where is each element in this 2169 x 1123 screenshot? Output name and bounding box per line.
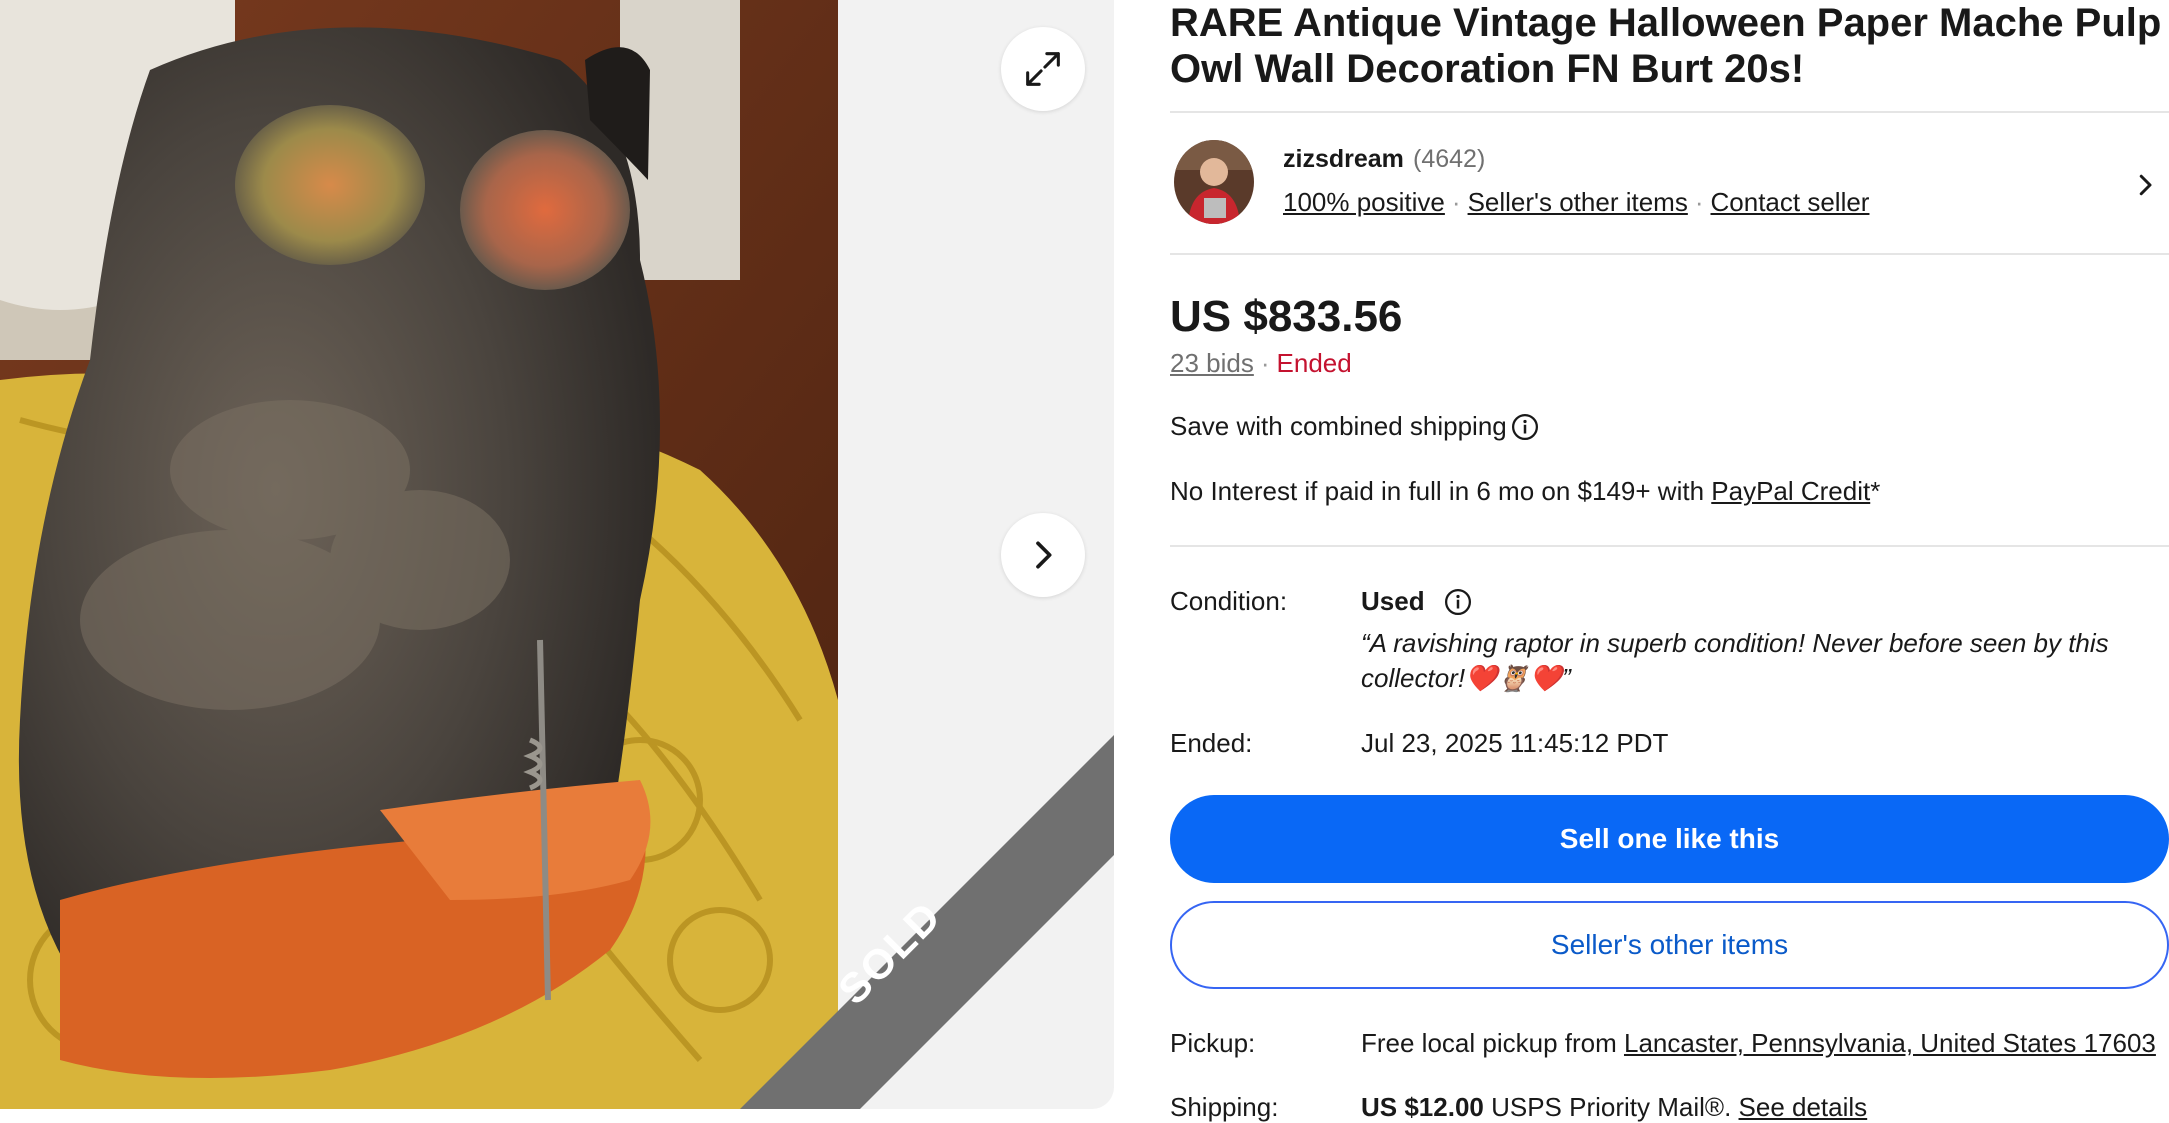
expand-image-button[interactable] xyxy=(1001,27,1085,111)
info-icon[interactable] xyxy=(1510,412,1540,442)
image-gallery: SOLD xyxy=(0,0,1114,1109)
separator-dot: · xyxy=(1694,187,1704,217)
shipping-price: US $12.00 xyxy=(1361,1092,1484,1122)
chevron-right-icon[interactable] xyxy=(2130,168,2160,202)
separator-dot: · xyxy=(1451,187,1461,217)
product-photo-owl[interactable] xyxy=(0,0,838,1109)
condition-text: Used xyxy=(1361,586,1425,616)
combined-shipping: Save with combined shipping xyxy=(1170,411,1540,442)
bids-status-line: 23 bids · Ended xyxy=(1170,348,1352,379)
shipping-value: US $12.00 USPS Priority Mail®. See detai… xyxy=(1361,1092,1867,1123)
chevron-right-icon xyxy=(1036,541,1052,569)
positive-feedback-link[interactable]: 100% positive xyxy=(1283,187,1445,217)
ended-value: Jul 23, 2025 11:45:12 PDT xyxy=(1361,728,1669,758)
financing-line: No Interest if paid in full in 6 mo on $… xyxy=(1170,476,1880,507)
financing-text: No Interest if paid in full in 6 mo on $… xyxy=(1170,476,1712,506)
condition-value: Used xyxy=(1361,586,1473,617)
page-title: RARE Antique Vintage Halloween Paper Mac… xyxy=(1170,1,2162,91)
info-icon[interactable] xyxy=(1443,587,1473,617)
expand-icon xyxy=(1026,52,1060,86)
seller-links: 100% positive · Seller's other items · Conta… xyxy=(1283,187,1869,218)
contact-seller-link[interactable]: Contact seller xyxy=(1711,187,1870,217)
pickup-value: Free local pickup from Lancaster, Pennsy… xyxy=(1361,1028,2156,1059)
separator-dot: · xyxy=(1260,348,1270,378)
price: US $833.56 xyxy=(1170,292,1403,341)
sellers-other-items-link[interactable]: Seller's other items xyxy=(1468,187,1688,217)
paypal-credit-link[interactable]: PayPal Credit xyxy=(1711,476,1870,506)
pickup-text: Free local pickup from xyxy=(1361,1028,1624,1058)
divider xyxy=(1170,111,2169,113)
seller-condition-note: “A ravishing raptor in superb condition!… xyxy=(1361,628,2109,693)
condition-label: Condition: xyxy=(1170,586,1288,616)
divider xyxy=(1170,253,2169,255)
status-ended: Ended xyxy=(1276,348,1352,378)
ended-label: Ended: xyxy=(1170,728,1253,758)
seller-avatar[interactable] xyxy=(1174,140,1254,224)
shipping-method: USPS Priority Mail®. xyxy=(1483,1092,1739,1122)
financing-asterisk: * xyxy=(1870,476,1881,506)
see-details-link[interactable]: See details xyxy=(1739,1092,1868,1122)
pickup-label: Pickup: xyxy=(1170,1028,1256,1058)
bids-link[interactable]: 23 bids xyxy=(1170,348,1254,378)
listing-info-panel: RARE Antique Vintage Halloween Paper Mac… xyxy=(1170,0,2169,1122)
sell-one-like-this-button[interactable]: Sell one like this xyxy=(1170,795,2169,883)
sold-label: SOLD xyxy=(828,891,951,1014)
seller-feedback-count: (4642) xyxy=(1413,145,1486,173)
combined-shipping-text: Save with combined shipping xyxy=(1170,411,1507,441)
next-image-button[interactable] xyxy=(1001,513,1085,597)
divider xyxy=(1170,545,2169,547)
seller-name-link[interactable]: zizsdream xyxy=(1283,145,1404,174)
pickup-location-link[interactable]: Lancaster, Pennsylvania, United States 1… xyxy=(1624,1028,2156,1058)
sellers-other-items-button[interactable]: Seller's other items xyxy=(1170,901,2169,989)
shipping-label: Shipping: xyxy=(1170,1092,1279,1122)
